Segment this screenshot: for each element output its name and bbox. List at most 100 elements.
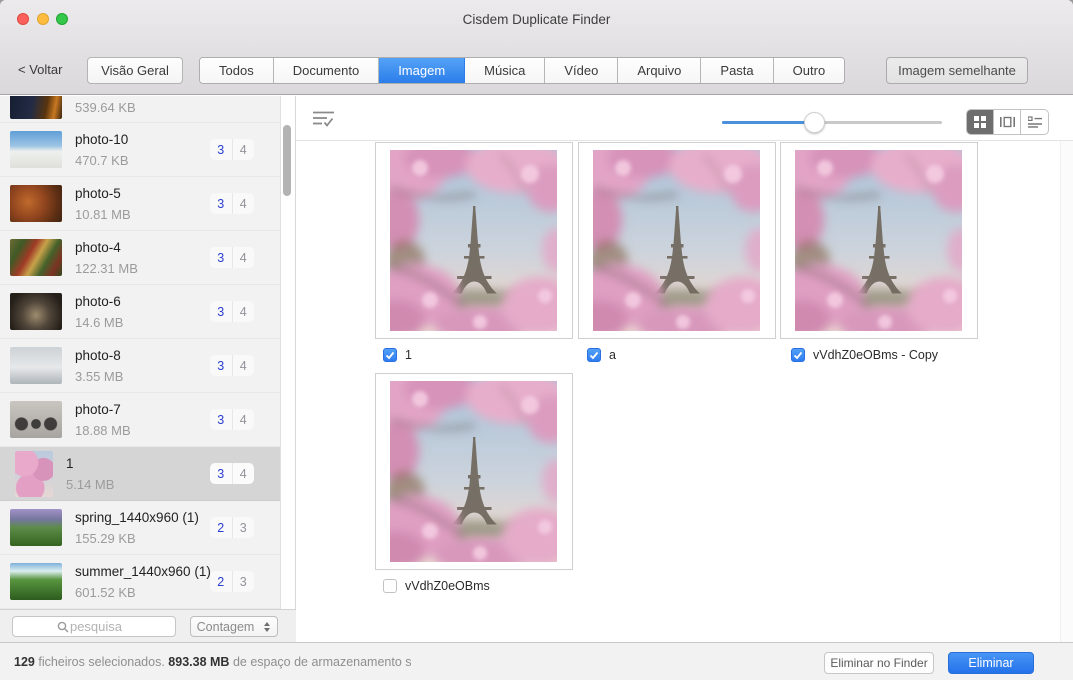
search-text-field[interactable] (31, 617, 161, 636)
tab-arquivo[interactable]: Arquivo (618, 58, 701, 83)
sidebar-item-summer_1440x960-(1)[interactable]: summer_1440x960 (1)601.52 KB23 (0, 555, 280, 609)
grid-view-button[interactable] (967, 110, 994, 134)
selected-count: 129 (14, 655, 35, 669)
thumbnail-size-slider[interactable] (722, 121, 942, 124)
sidebar-scrollbar-thumb[interactable] (283, 125, 291, 196)
file-checkbox[interactable] (791, 348, 805, 362)
file-name: photo-5 (75, 185, 210, 202)
file-checkbox[interactable] (383, 348, 397, 362)
duplicate-count-badge: 34 (210, 409, 254, 430)
sidebar: 539.64 KBphoto-10470.7 KB34photo-510.81 … (0, 96, 296, 642)
duplicate-group-list: 539.64 KBphoto-10470.7 KB34photo-510.81 … (0, 96, 281, 609)
card-check-row: vVdhZ0eOBms (383, 579, 490, 593)
file-thumbnail (10, 293, 62, 330)
blossom-eiffel-photo (390, 150, 557, 331)
sidebar-item-photo-10[interactable]: photo-10 470.7 KB34 (0, 123, 280, 177)
duplicate-image-card[interactable] (375, 373, 573, 570)
file-thumbnail (10, 185, 62, 222)
sidebar-item-photo-8[interactable]: photo-83.55 MB34 (0, 339, 280, 393)
sidebar-item-photo-5[interactable]: photo-5 10.81 MB34 (0, 177, 280, 231)
file-name: photo-7 (75, 401, 210, 418)
search-input[interactable] (12, 616, 176, 637)
tab-vídeo[interactable]: Vídeo (545, 58, 618, 83)
file-label: vVdhZ0eOBms (405, 579, 490, 593)
file-label: a (609, 348, 616, 362)
slider-fill (722, 121, 814, 124)
blossom-eiffel-photo (593, 150, 760, 331)
file-size: 5.14 MB (66, 476, 210, 493)
check-icon (588, 349, 600, 361)
tab-pasta[interactable]: Pasta (701, 58, 773, 83)
file-checkbox[interactable] (383, 579, 397, 593)
duplicate-count-badge: 23 (210, 517, 254, 538)
file-name: photo-6 (75, 293, 210, 310)
slider-thumb[interactable] (804, 112, 825, 133)
sidebar-item-photo-4[interactable]: photo-4122.31 MB34 (0, 231, 280, 285)
file-label: 1 (405, 348, 412, 362)
duplicate-image-card[interactable] (780, 142, 978, 339)
similar-image-button[interactable]: Imagem semelhante (886, 57, 1028, 84)
sidebar-item-1[interactable]: 1 5.14 MB34 (0, 447, 280, 501)
tab-música[interactable]: Música (465, 58, 545, 83)
detail-list-view-icon (1028, 116, 1042, 128)
file-thumbnail (10, 96, 62, 119)
file-size: 18.88 MB (75, 422, 210, 439)
coverflow-view-icon (1000, 116, 1015, 128)
file-size: 601.52 KB (75, 584, 210, 601)
blossom-eiffel-photo (390, 381, 557, 562)
status-bar: 129 ficheiros selecionados. 893.38 MB de… (0, 642, 1073, 680)
sort-dropdown[interactable]: Contagem (190, 616, 278, 637)
tab-todos[interactable]: Todos (200, 58, 274, 83)
check-icon (384, 349, 396, 361)
file-thumbnail (10, 239, 62, 276)
card-check-row: a (587, 348, 616, 362)
duplicate-count-badge: 34 (210, 247, 254, 268)
overview-button[interactable]: Visão Geral (87, 57, 183, 84)
file-thumbnail (10, 509, 62, 546)
file-name: spring_1440x960 (1) (75, 509, 210, 526)
file-name: photo-4 (75, 239, 210, 256)
app-window: Cisdem Duplicate Finder < Voltar Visão G… (0, 0, 1073, 680)
duplicate-count-badge: 34 (210, 193, 254, 214)
back-button[interactable]: < Voltar (18, 62, 62, 77)
file-name: summer_1440x960 (1) (75, 563, 210, 580)
duplicate-image-card[interactable] (578, 142, 776, 339)
stepper-arrows-icon (260, 617, 274, 636)
file-label: vVdhZ0eOBms - Copy (813, 348, 938, 362)
selected-size: 893.38 MB (168, 655, 229, 669)
file-thumbnail (15, 451, 53, 497)
file-size: 14.6 MB (75, 314, 210, 331)
duplicate-count-badge: 34 (210, 463, 254, 484)
file-name: photo-10 (75, 131, 210, 148)
main-panel: 1 a vVdhZ0eOBms - Copy vVdhZ0eOBms (296, 96, 1073, 642)
selection-summary: 129 ficheiros selecionados. 893.38 MB de… (14, 655, 412, 669)
duplicate-count-badge: 34 (210, 139, 254, 160)
sidebar-item-photo-6[interactable]: photo-614.6 MB34 (0, 285, 280, 339)
tab-documento[interactable]: Documento (274, 58, 379, 83)
window-title: Cisdem Duplicate Finder (0, 12, 1073, 27)
file-size: 3.55 MB (75, 368, 210, 385)
file-checkbox[interactable] (587, 348, 601, 362)
tab-imagem[interactable]: Imagem (379, 58, 465, 83)
file-size: 470.7 KB (75, 152, 210, 169)
detail-list-view-button[interactable] (1021, 110, 1048, 134)
window-header: Cisdem Duplicate Finder < Voltar Visão G… (0, 0, 1073, 95)
card-check-row: 1 (383, 348, 412, 362)
duplicate-image-card[interactable] (375, 142, 573, 339)
file-thumbnail (10, 401, 62, 438)
file-thumbnail (10, 347, 62, 384)
file-size: 10.81 MB (75, 206, 210, 223)
coverflow-view-button[interactable] (994, 110, 1021, 134)
select-list-icon[interactable] (313, 110, 334, 127)
sidebar-item-photo-7[interactable]: photo-7 18.88 MB34 (0, 393, 280, 447)
grid-view-icon (974, 116, 986, 128)
sort-selected-label: Contagem (191, 620, 260, 634)
file-name: 1 (66, 455, 210, 472)
delete-button[interactable]: Eliminar (948, 652, 1034, 674)
main-scrollbar-track[interactable] (1060, 141, 1073, 642)
sidebar-item[interactable]: 539.64 KB (0, 96, 280, 123)
tab-outro[interactable]: Outro (774, 58, 845, 83)
duplicate-count-badge: 34 (210, 355, 254, 376)
sidebar-item-spring_1440x960-(1)[interactable]: spring_1440x960 (1)155.29 KB23 (0, 501, 280, 555)
delete-in-finder-button[interactable]: Eliminar no Finder (824, 652, 934, 674)
